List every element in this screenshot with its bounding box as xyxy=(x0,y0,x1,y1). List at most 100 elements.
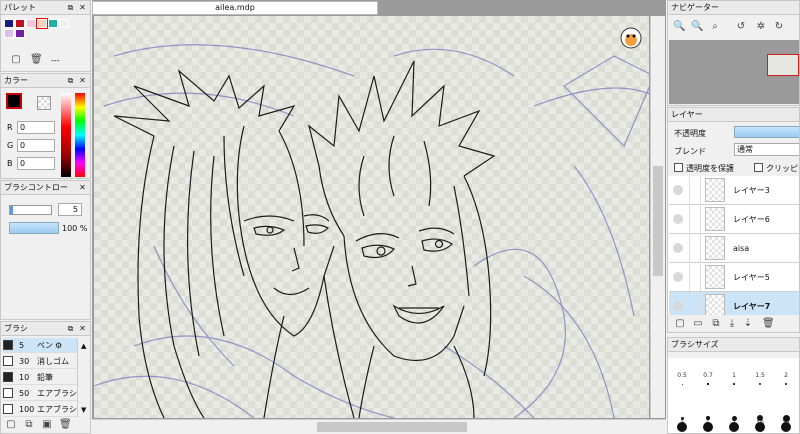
brush-size-dot[interactable] xyxy=(703,422,713,432)
close-icon[interactable]: ✕ xyxy=(77,2,88,13)
visibility-icon[interactable] xyxy=(673,301,683,311)
canvas-vertical-scrollbar[interactable] xyxy=(650,16,665,418)
close-icon[interactable]: ✕ xyxy=(77,182,88,193)
brush-size-dot[interactable] xyxy=(759,383,761,385)
reset-rotation-icon[interactable]: ✲ xyxy=(755,21,767,33)
layer-thumbnail xyxy=(705,178,725,202)
palette-swatch[interactable] xyxy=(4,19,14,28)
navigator-title: ナビゲーター xyxy=(671,3,719,12)
palette-swatch[interactable] xyxy=(48,19,58,28)
brush-scrollbar[interactable]: ▲ ▼ xyxy=(77,339,90,417)
drawing-canvas[interactable] xyxy=(94,16,649,418)
lock-toggle[interactable] xyxy=(689,263,701,291)
layer-title-bar: レイヤー xyxy=(668,108,799,122)
visibility-icon[interactable] xyxy=(673,185,683,195)
brush-title-bar: ブラシ ⧉ ✕ xyxy=(1,322,90,336)
clip-checkbox[interactable] xyxy=(754,163,763,172)
brush-swatch xyxy=(3,340,13,350)
g-input[interactable]: 0 xyxy=(17,139,55,152)
canvas-tab[interactable]: ailea.mdp xyxy=(92,1,378,15)
brush-size-dot[interactable] xyxy=(784,382,788,386)
new-brush-icon[interactable]: ▢ xyxy=(5,419,17,431)
brush-size-dot[interactable] xyxy=(729,422,739,432)
foreground-color[interactable] xyxy=(6,93,22,109)
new-palette-icon[interactable]: ▢ xyxy=(10,54,22,66)
canvas-horizontal-scrollbar[interactable] xyxy=(92,419,666,434)
zoom-in-icon[interactable]: 🔍 xyxy=(673,21,685,33)
brush-size-dot[interactable] xyxy=(733,383,735,385)
new-folder-icon[interactable]: ▭ xyxy=(692,318,704,330)
palette-swatch[interactable] xyxy=(15,19,25,28)
palette-swatch[interactable] xyxy=(15,29,25,38)
trash-icon[interactable]: 🗑 xyxy=(59,419,72,431)
brush-size: 100 xyxy=(19,404,35,414)
layer-panel: レイヤー 不透明度 ブレンド 通常 透明度を保護 クリッピング レイヤー3レイヤ… xyxy=(667,107,800,333)
b-input[interactable]: 0 xyxy=(17,157,55,170)
brush-name: エアブラシ xyxy=(37,388,77,398)
horizontal-scroll-thumb[interactable] xyxy=(317,422,467,432)
layer-row[interactable]: レイヤー3 xyxy=(669,176,799,205)
size-input[interactable]: 5 xyxy=(58,203,82,216)
palette-swatch[interactable] xyxy=(26,19,36,28)
opacity-slider[interactable] xyxy=(9,222,59,234)
float-icon[interactable]: ⧉ xyxy=(65,75,76,86)
hue-bar[interactable] xyxy=(75,93,85,177)
brush-item[interactable]: 100 エアブラシ xyxy=(3,402,78,417)
brush-size-dot[interactable] xyxy=(677,422,687,432)
rotate-right-icon[interactable]: ↻ xyxy=(773,21,785,33)
layer-opacity-slider[interactable] xyxy=(734,126,799,138)
float-icon[interactable]: ⧉ xyxy=(65,2,76,13)
color-gradient-bar[interactable] xyxy=(61,93,71,177)
brush-size-dot[interactable] xyxy=(707,383,709,385)
brush-size-dot[interactable] xyxy=(781,422,791,432)
layer-row[interactable]: レイヤー5 xyxy=(669,263,799,292)
layer-row[interactable]: レイヤー7 xyxy=(669,292,799,315)
palette-swatch[interactable] xyxy=(59,19,69,28)
size-slider[interactable] xyxy=(9,205,52,215)
brush-item[interactable]: 50 エアブラシ xyxy=(3,386,78,401)
rotate-left-icon[interactable]: ↺ xyxy=(735,21,747,33)
float-icon[interactable]: ⧉ xyxy=(65,323,76,334)
vertical-scroll-thumb[interactable] xyxy=(653,166,663,276)
close-icon[interactable]: ✕ xyxy=(77,75,88,86)
copy-brush-icon[interactable]: ⧉ xyxy=(23,419,35,431)
lock-toggle[interactable] xyxy=(689,234,701,262)
visibility-icon[interactable] xyxy=(673,214,683,224)
brush-size-label: 0.7 xyxy=(703,372,713,379)
new-layer-icon[interactable]: ▢ xyxy=(674,318,686,330)
layer-row[interactable]: レイヤー6 xyxy=(669,205,799,234)
brush-settings-icon[interactable]: ⚙ xyxy=(55,341,62,350)
protect-checkbox[interactable] xyxy=(674,163,683,172)
copy-layer-icon[interactable]: ⧉ xyxy=(710,318,722,330)
b-label: B xyxy=(7,159,13,168)
layer-row[interactable]: aisa xyxy=(669,234,799,263)
lock-toggle[interactable] xyxy=(689,176,701,204)
brush-size-grid: 0.50.711.523571012 xyxy=(668,358,799,433)
visibility-icon[interactable] xyxy=(673,272,683,282)
close-icon[interactable]: ✕ xyxy=(77,323,88,334)
clear-layer-icon[interactable]: ⇣ xyxy=(742,318,754,330)
brush-size-dot[interactable] xyxy=(681,383,683,385)
r-input[interactable]: 0 xyxy=(17,121,55,134)
brush-size-label: 1.5 xyxy=(755,372,765,379)
trash-icon[interactable]: 🗑 xyxy=(762,318,775,330)
layer-thumbnail xyxy=(705,207,725,231)
brush-item[interactable]: 5 ペン ⚙ xyxy=(3,338,78,353)
merge-layer-icon[interactable]: ⤓ xyxy=(726,318,738,330)
palette-swatch[interactable] xyxy=(36,18,48,29)
navigator-preview[interactable] xyxy=(669,40,799,104)
trash-icon[interactable]: 🗑 xyxy=(30,54,43,66)
brush-size-dot[interactable] xyxy=(755,422,765,432)
lock-toggle[interactable] xyxy=(689,205,701,233)
brush-size: 10 xyxy=(19,372,30,382)
brush-item[interactable]: 30 消しゴム xyxy=(3,354,78,369)
palette-swatch[interactable] xyxy=(4,29,14,38)
visibility-icon[interactable] xyxy=(673,243,683,253)
brush-item[interactable]: 10 鉛筆 xyxy=(3,370,78,385)
blend-select[interactable]: 通常 xyxy=(734,143,799,156)
zoom-reset-icon[interactable]: ⌕ xyxy=(709,21,721,33)
paste-brush-icon[interactable]: ▣ xyxy=(41,419,53,431)
zoom-out-icon[interactable]: 🔍 xyxy=(691,21,703,33)
lock-toggle[interactable] xyxy=(689,292,701,315)
background-color[interactable] xyxy=(37,96,51,110)
